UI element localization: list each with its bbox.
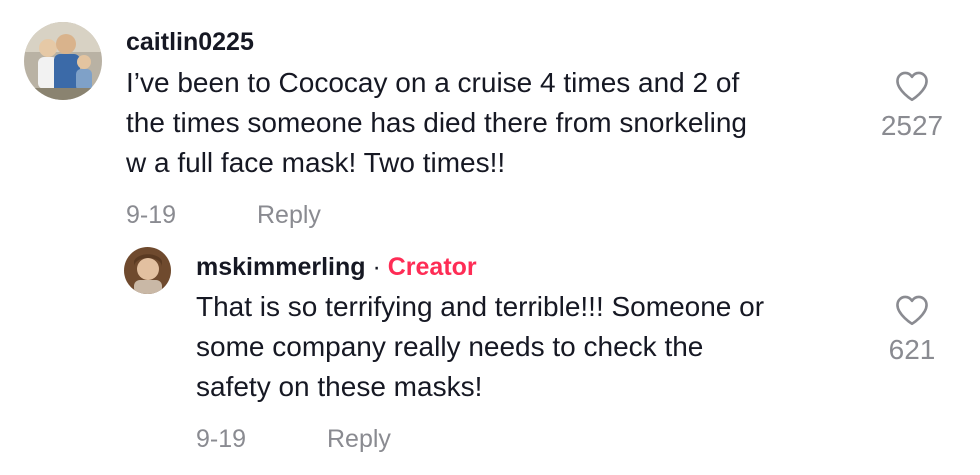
comment-username[interactable]: caitlin0225 xyxy=(126,28,254,57)
reply-text-line: safety on these masks! xyxy=(196,371,483,402)
reply-username-row: mskimmerling · Creator xyxy=(196,253,477,282)
reply-text-line: That is so terrifying and terrible!!! So… xyxy=(196,291,765,322)
like-button[interactable]: 2527 xyxy=(872,70,952,142)
comment-text: I’ve been to Cococay on a cruise 4 times… xyxy=(126,63,866,183)
like-count: 621 xyxy=(888,334,936,365)
creator-badge: Creator xyxy=(387,253,477,281)
reply-button[interactable]: Reply xyxy=(257,201,321,230)
like-count: 2527 xyxy=(880,110,944,141)
heart-outline-icon xyxy=(896,71,928,102)
comment-text-line: I’ve been to Cococay on a cruise 4 times… xyxy=(126,67,740,98)
avatar-photo xyxy=(24,22,102,100)
reply-date: 9-19 xyxy=(196,425,247,453)
comment-text-line: the times someone has died there from sn… xyxy=(126,107,747,138)
like-button[interactable]: 621 xyxy=(872,294,952,366)
reply-button[interactable]: Reply xyxy=(327,425,391,454)
separator-dot: · xyxy=(365,253,388,281)
heart-outline-icon xyxy=(896,295,928,326)
comment-text-line: w a full face mask! Two times!! xyxy=(126,147,506,178)
reply-text: That is so terrifying and terrible!!! So… xyxy=(196,287,876,407)
reply-username[interactable]: mskimmerling xyxy=(196,253,366,281)
avatar[interactable] xyxy=(24,22,102,100)
avatar[interactable] xyxy=(124,247,171,294)
reply-text-line: some company really needs to check the xyxy=(196,331,704,362)
comment-date: 9-19 xyxy=(126,201,177,229)
avatar-photo xyxy=(124,247,171,294)
